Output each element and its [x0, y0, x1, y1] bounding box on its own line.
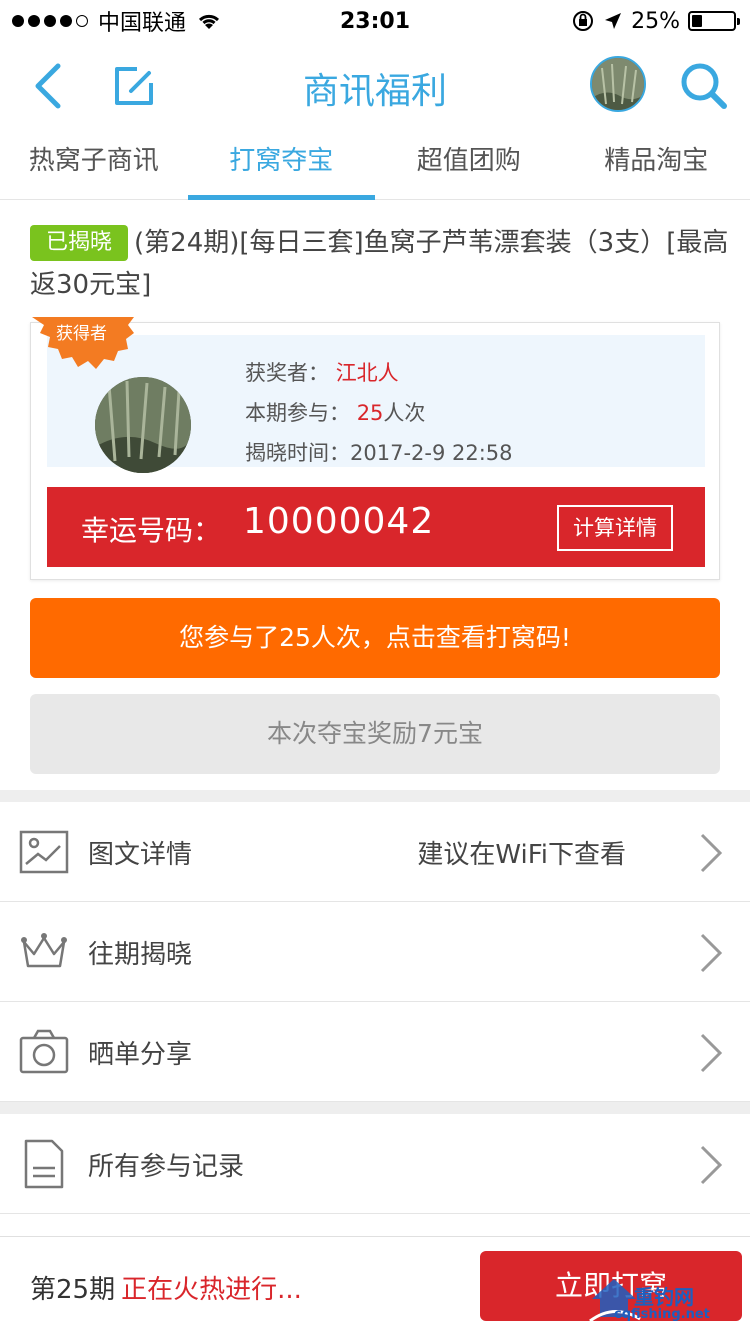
- bottom-bar: 第25期正在火热进行... 立即打窝 重钓网 cqfishing.net: [0, 1236, 750, 1334]
- list-item-share[interactable]: 晒单分享: [0, 1002, 750, 1102]
- chevron-right-icon: [700, 933, 723, 973]
- location-icon: [605, 13, 622, 29]
- winner-ribbon: 获得者: [28, 317, 138, 373]
- status-right: 25%: [571, 8, 740, 34]
- list-item-label: 所有参与记录: [88, 1152, 245, 1182]
- product-title: 已揭晓 (第24期)[每日三套]鱼窝子芦苇漂套装（3支）[最高返30元宝]: [30, 222, 730, 306]
- lucky-label: 幸运号码：: [81, 514, 222, 547]
- search-icon: [681, 63, 727, 109]
- crown-icon: [21, 933, 67, 968]
- list-item-history[interactable]: 往期揭晓: [0, 902, 750, 1002]
- view-codes-button[interactable]: 您参与了25人次，点击查看打窝码!: [30, 598, 720, 678]
- winner-info: 获奖者： 江北人 本期参与： 25人次 揭晓时间：2017-2-9 22:58: [245, 353, 513, 473]
- period-status: 正在火热进行...: [121, 1275, 302, 1305]
- tab-bar: 热窝子商讯 打窝夺宝 超值团购 精品淘宝: [0, 130, 750, 200]
- watermark-url: cqfishing.net: [614, 1307, 710, 1322]
- chevron-right-icon: [700, 1145, 723, 1185]
- avatar[interactable]: [590, 56, 646, 112]
- participate-label: 本期参与：: [245, 401, 350, 425]
- watermark: 重钓网 cqfishing.net: [584, 1273, 744, 1329]
- image-icon: [19, 830, 69, 874]
- tab-news[interactable]: 热窝子商讯: [0, 130, 188, 199]
- reveal-time: 2017-2-9 22:58: [350, 441, 513, 465]
- winner-avatar: [95, 377, 191, 473]
- status-badge: 已揭晓: [30, 225, 129, 261]
- list-item-details[interactable]: 图文详情 建议在WiFi下查看: [0, 802, 750, 902]
- battery-level: [692, 15, 702, 27]
- list-item-hint: 建议在WiFi下查看: [417, 840, 626, 870]
- winner-row: 获奖者： 江北人: [245, 353, 513, 393]
- battery-percent: 25%: [631, 8, 680, 34]
- chevron-right-icon: [700, 1033, 723, 1073]
- section-divider: [0, 1102, 750, 1114]
- battery-icon: [688, 11, 740, 31]
- winner-card: 获奖者： 江北人 本期参与： 25人次 揭晓时间：2017-2-9 22:58 …: [30, 317, 720, 580]
- list-item-label: 晒单分享: [88, 1040, 193, 1070]
- tab-treasure[interactable]: 打窝夺宝: [187, 130, 376, 200]
- winner-panel: 获奖者： 江北人 本期参与： 25人次 揭晓时间：2017-2-9 22:58: [47, 335, 705, 473]
- rotation-lock-icon: [573, 11, 594, 31]
- tab-group-buy[interactable]: 超值团购: [375, 130, 563, 199]
- calc-detail-button[interactable]: 计算详情: [557, 505, 673, 551]
- current-period: 第25期 正在火热进行...: [30, 1269, 302, 1306]
- reward-info: 本次夺宝奖励7元宝: [30, 694, 720, 774]
- list-item-label: 图文详情: [88, 840, 193, 870]
- search-button[interactable]: [674, 56, 732, 114]
- winner-avatar-image: [95, 377, 191, 473]
- period-number: 第25期: [30, 1275, 116, 1305]
- list-item-label: 往期揭晓: [88, 940, 193, 970]
- winner-label: 获奖者：: [245, 361, 329, 385]
- product-title-text: (第24期)[每日三套]鱼窝子芦苇漂套装（3支）[最高返30元宝]: [30, 228, 729, 300]
- winner-name[interactable]: 江北人: [336, 361, 399, 385]
- watermark-text: 重钓网: [634, 1285, 694, 1309]
- lucky-number: 10000042: [243, 501, 435, 542]
- participate-row: 本期参与： 25人次: [245, 393, 513, 433]
- camera-icon: [19, 1029, 69, 1074]
- reveal-label: 揭晓时间：: [245, 441, 350, 465]
- nav-bar: 商讯福利: [0, 42, 750, 130]
- lucky-number-bar: 幸运号码： 10000042 计算详情: [47, 487, 705, 567]
- participate-count: 25: [356, 401, 384, 425]
- section-divider: [0, 790, 750, 802]
- document-icon: [24, 1139, 64, 1189]
- status-bar: 中国联通 23:01 25%: [0, 0, 750, 42]
- chevron-right-icon: [700, 833, 723, 873]
- participate-unit: 人次: [383, 401, 426, 425]
- list-item-records[interactable]: 所有参与记录: [0, 1114, 750, 1214]
- ribbon-label: 获得者: [56, 324, 107, 344]
- tab-taobao[interactable]: 精品淘宝: [563, 130, 750, 199]
- reveal-row: 揭晓时间：2017-2-9 22:58: [245, 433, 513, 473]
